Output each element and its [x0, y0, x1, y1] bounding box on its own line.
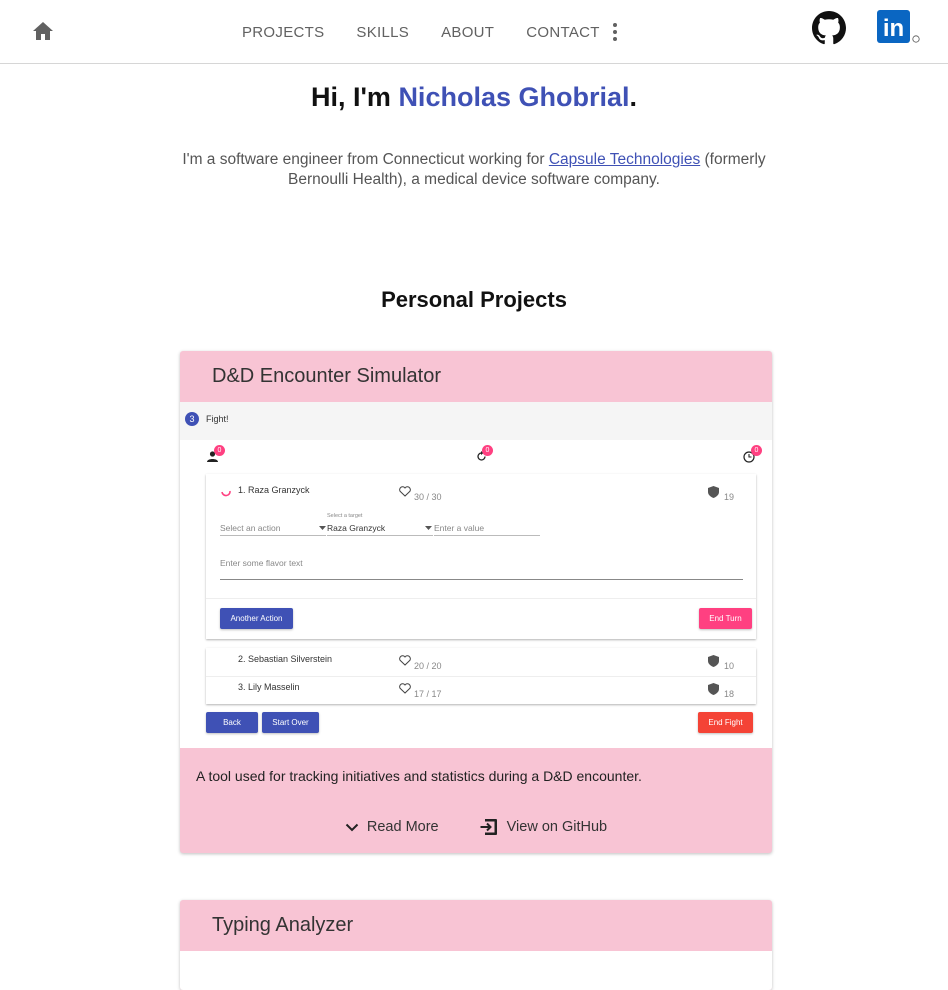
ss-value-input[interactable]: Enter a value	[434, 523, 484, 533]
open-external-icon	[480, 819, 497, 835]
ss-target-select[interactable]: Raza Granzyck	[327, 523, 385, 533]
ss-back-button[interactable]: Back	[206, 712, 258, 733]
linkedin-logo-text: in	[883, 15, 904, 42]
shield-icon	[708, 486, 719, 498]
top-navbar: PROJECTS SKILLS ABOUT CONTACT in	[0, 0, 948, 64]
ss-end-turn-button[interactable]: End Turn	[699, 608, 752, 629]
ss-badge-time: 0	[751, 445, 762, 456]
project-screenshot	[180, 951, 772, 990]
nav-link-about[interactable]: ABOUT	[441, 24, 494, 41]
hero-period: .	[629, 82, 637, 112]
ss-step-label: Fight!	[206, 414, 229, 424]
ss-action-underline	[220, 535, 326, 536]
ss-badge-people: 0	[214, 445, 225, 456]
home-button[interactable]	[33, 22, 53, 42]
ss-another-action-button[interactable]: Another Action	[220, 608, 293, 629]
ss-active-hp: 30 / 30	[414, 492, 442, 502]
hero-desc-before: I'm a software engineer from Connecticut…	[182, 151, 549, 168]
spinner-icon	[221, 490, 231, 497]
shield-icon	[708, 683, 719, 695]
ss-target-underline	[327, 535, 433, 536]
ss-combatant-ac: 10	[724, 661, 735, 671]
ss-badge-rounds: 0	[482, 445, 493, 456]
ss-stepper: 3 Fight!	[180, 402, 772, 440]
ss-target-label: Select a target	[327, 513, 363, 519]
ss-end-fight-button[interactable]: End Fight	[698, 712, 753, 733]
nav-link-skills[interactable]: SKILLS	[356, 24, 409, 41]
project-actions: Read More View on GitHub	[180, 817, 772, 837]
ss-divider	[206, 598, 756, 599]
ss-combatant-ac: 18	[724, 689, 735, 699]
chevron-down-icon	[345, 823, 359, 831]
view-github-button[interactable]: View on GitHub	[479, 817, 607, 837]
heart-icon	[399, 486, 411, 497]
project-title: D&D Encounter Simulator	[212, 365, 441, 387]
heart-icon	[399, 683, 411, 694]
hero-name: Nicholas Ghobrial	[398, 82, 630, 112]
ss-step-number: 3	[185, 412, 199, 426]
ss-flavor-input[interactable]: Enter some flavor text	[220, 558, 303, 568]
shield-icon	[708, 655, 719, 667]
ss-active-name: 1. Raza Granzyck	[238, 485, 310, 495]
linkedin-link[interactable]: in	[877, 10, 921, 46]
home-icon	[33, 22, 53, 40]
project-card-typing: Typing Analyzer	[180, 900, 772, 990]
ss-active-combatant: 1. Raza Granzyck 30 / 30 19 Select an ac…	[206, 474, 756, 639]
company-link[interactable]: Capsule Technologies	[549, 151, 700, 168]
ss-combatant-hp: 20 / 20	[414, 661, 442, 671]
linkedin-icon: in	[877, 10, 920, 43]
more-menu-button[interactable]	[608, 22, 622, 42]
project-description: A tool used for tracking initiatives and…	[196, 768, 642, 784]
ss-combatant-list: 2. Sebastian Silverstein 20 / 20 10 3. L…	[206, 648, 756, 704]
ss-combatant-name: 2. Sebastian Silverstein	[238, 654, 333, 664]
project-title: Typing Analyzer	[212, 914, 354, 936]
ss-row-divider	[206, 676, 756, 677]
project-card-dnd: D&D Encounter Simulator 3 Fight! 0 0 0 1…	[180, 351, 772, 853]
nav-link-projects[interactable]: PROJECTS	[242, 24, 324, 41]
ss-combatant-hp: 17 / 17	[414, 689, 442, 699]
hero-description: I'm a software engineer from Connecticut…	[174, 150, 774, 190]
ss-active-ac: 19	[724, 492, 735, 502]
ss-flavor-underline	[220, 579, 743, 580]
read-more-button[interactable]: Read More	[345, 817, 439, 837]
nav-link-contact[interactable]: CONTACT	[526, 24, 599, 41]
section-title: Personal Projects	[381, 287, 567, 312]
view-github-label: View on GitHub	[506, 819, 608, 835]
hero-greeting: Hi, I'm	[311, 82, 399, 112]
project-screenshot: 3 Fight! 0 0 0 1. Raza Granzyck 30 / 30 …	[180, 402, 772, 748]
ss-action-select[interactable]: Select an action	[220, 523, 280, 533]
caret-down-icon	[425, 526, 432, 530]
ss-combatant-name: 3. Lily Masselin	[238, 682, 300, 692]
read-more-label: Read More	[366, 819, 439, 835]
nav-links: PROJECTS SKILLS ABOUT CONTACT	[242, 0, 632, 64]
heart-icon	[399, 655, 411, 666]
ss-start-over-button[interactable]: Start Over	[262, 712, 319, 733]
ss-value-underline	[434, 535, 540, 536]
github-link[interactable]	[812, 11, 846, 45]
hero-title: Hi, I'm Nicholas Ghobrial.	[0, 82, 948, 113]
github-icon	[812, 11, 846, 45]
more-vertical-icon	[613, 23, 617, 41]
caret-down-icon	[319, 526, 326, 530]
